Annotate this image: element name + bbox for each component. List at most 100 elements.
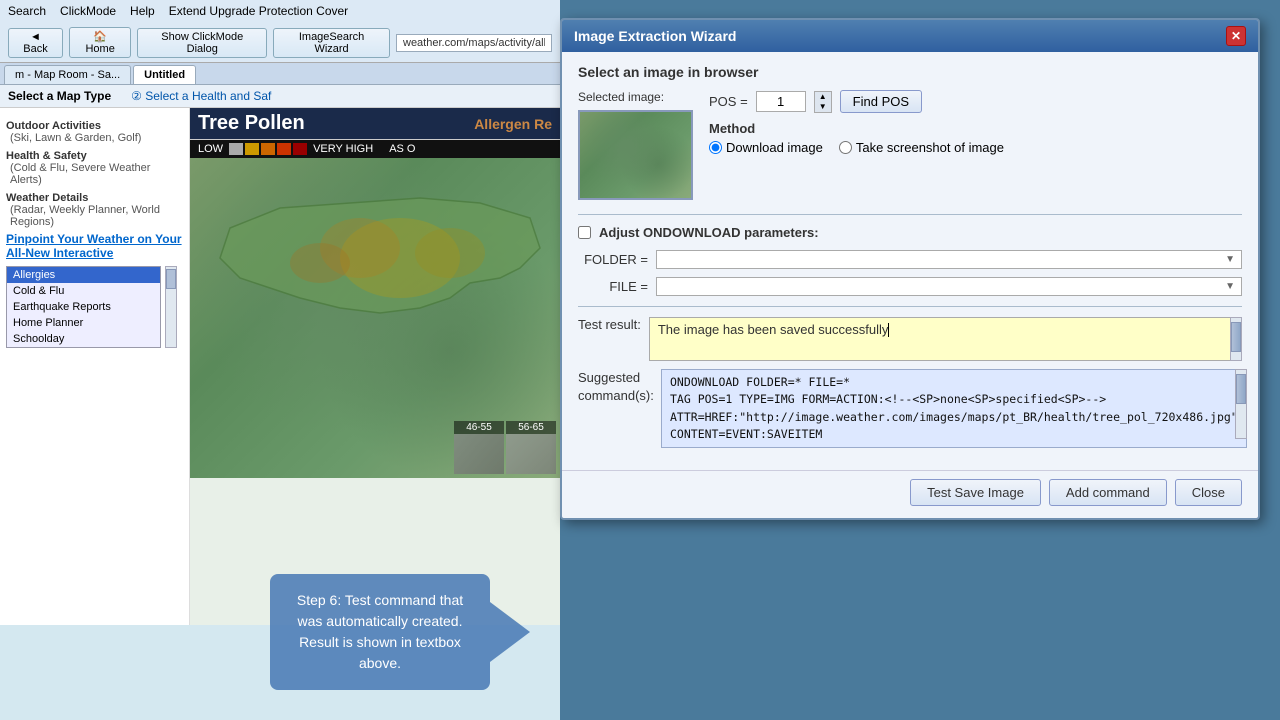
- adjust-checkbox[interactable]: [578, 226, 591, 239]
- adjust-row: Adjust ONDOWNLOAD parameters:: [578, 225, 1242, 240]
- suggested-command: ONDOWNLOAD FOLDER=* FILE=* TAG POS=1 TYP…: [670, 375, 1238, 441]
- text-cursor: [888, 323, 889, 337]
- adjust-label: Adjust ONDOWNLOAD parameters:: [599, 225, 819, 240]
- suggested-scrollbar[interactable]: [1235, 369, 1247, 439]
- close-dialog-button[interactable]: Close: [1175, 479, 1242, 506]
- weather-category: Weather Details: [6, 192, 183, 204]
- method-label: Method: [709, 121, 755, 136]
- browser-toolbar: Search ClickMode Help Extend Upgrade Pro…: [0, 0, 560, 63]
- menu-bar: Search ClickMode Help Extend Upgrade Pro…: [8, 4, 552, 21]
- menu-search[interactable]: Search: [8, 4, 46, 18]
- folder-arrow[interactable]: ▼: [1225, 254, 1235, 265]
- result-scrollbar[interactable]: [1230, 317, 1242, 361]
- clickmode-button[interactable]: Show ClickMode Dialog: [137, 28, 267, 58]
- health-item-homeplanner[interactable]: Home Planner: [7, 315, 160, 331]
- nav-bar: ◄ Back 🏠 Home Show ClickMode Dialog Imag…: [8, 27, 552, 58]
- legend-colors: [229, 143, 307, 155]
- test-result-section: Test result: The image has been saved su…: [578, 317, 1242, 361]
- step1-label: Select a Map Type: [8, 89, 111, 103]
- dialog-title: Image Extraction Wizard: [574, 28, 736, 44]
- spinner-down[interactable]: ▼: [815, 102, 831, 112]
- find-pos-button[interactable]: Find POS: [840, 90, 922, 113]
- menu-extend[interactable]: Extend Upgrade Protection Cover: [169, 4, 348, 18]
- file-dropdown[interactable]: ▼: [656, 277, 1242, 296]
- test-result-label: Test result:: [578, 317, 641, 332]
- test-save-button[interactable]: Test Save Image: [910, 479, 1041, 506]
- method-download-label: Download image: [726, 140, 823, 155]
- outdoor-category: Outdoor Activities: [6, 120, 183, 132]
- dialog-footer: Test Save Image Add command Close: [562, 470, 1258, 518]
- health-item-earthquake[interactable]: Earthquake Reports: [7, 299, 160, 315]
- health-item-allergies[interactable]: Allergies: [7, 267, 160, 283]
- scrollbar-thumb[interactable]: [1231, 322, 1241, 352]
- section-title: Select an image in browser: [578, 64, 1242, 80]
- preview-visual: [580, 112, 691, 198]
- pos-method-section: POS = ▲ ▼ Find POS Method Download image: [709, 90, 1242, 155]
- file-arrow[interactable]: ▼: [1225, 281, 1235, 292]
- score-label-1: 46-55: [454, 421, 504, 434]
- back-button[interactable]: ◄ Back: [8, 28, 63, 58]
- tooltip-arrow: [490, 602, 530, 662]
- outdoor-sub: (Ski, Lawn & Garden, Golf): [6, 132, 183, 144]
- test-result-box[interactable]: The image has been saved successfully: [649, 317, 1242, 361]
- legend-as: AS O: [389, 143, 415, 155]
- health-item-schoolday[interactable]: Schoolday: [7, 331, 160, 347]
- radio-download[interactable]: [709, 141, 722, 154]
- legend-high: VERY HIGH: [313, 143, 373, 155]
- image-preview-row: Selected image: POS = ▲ ▼ Find POS: [578, 90, 1242, 200]
- method-row: Method: [709, 121, 1242, 136]
- tooltip-text: Step 6: Test command that was automatica…: [297, 592, 463, 671]
- left-panel: Outdoor Activities (Ski, Lawn & Garden, …: [0, 108, 190, 625]
- add-command-button[interactable]: Add command: [1049, 479, 1167, 506]
- webpage-content: Select a Map Type ② Select a Health and …: [0, 85, 560, 625]
- tab-maproom[interactable]: m - Map Room - Sa...: [4, 65, 131, 84]
- allergen-label: Allergen Re: [474, 116, 552, 132]
- interactive-link[interactable]: Pinpoint Your Weather on Your All-New In…: [6, 232, 183, 260]
- score-box-2: 56-65: [506, 421, 556, 474]
- folder-label: FOLDER =: [578, 252, 648, 267]
- suggested-thumb[interactable]: [1236, 374, 1246, 404]
- health-sub: (Cold & Flu, Severe Weather Alerts): [6, 162, 183, 186]
- health-list: Allergies Cold & Flu Earthquake Reports …: [6, 266, 161, 348]
- health-item-coldflu[interactable]: Cold & Flu: [7, 283, 160, 299]
- home-button[interactable]: 🏠 Home: [69, 27, 131, 58]
- method-download[interactable]: Download image: [709, 140, 823, 155]
- imagesearch-button[interactable]: ImageSearch Wizard: [273, 28, 390, 58]
- menu-help[interactable]: Help: [130, 4, 155, 18]
- address-bar[interactable]: [396, 34, 552, 52]
- menu-clickmode[interactable]: ClickMode: [60, 4, 116, 18]
- tab-bar: m - Map Room - Sa... Untitled: [0, 63, 560, 85]
- divider-1: [578, 214, 1242, 215]
- weather-sub: (Radar, Weekly Planner, World Regions): [6, 204, 183, 228]
- spinner-up[interactable]: ▲: [815, 92, 831, 102]
- pos-spinner[interactable]: ▲ ▼: [814, 91, 832, 113]
- suggested-box[interactable]: ONDOWNLOAD FOLDER=* FILE=* TAG POS=1 TYP…: [661, 369, 1247, 448]
- dialog-close-button[interactable]: ✕: [1226, 26, 1246, 46]
- tab-untitled[interactable]: Untitled: [133, 65, 196, 84]
- legend-bar: LOW VERY HIGH AS O: [190, 139, 560, 158]
- suggested-section: Suggested command(s): ONDOWNLOAD FOLDER=…: [578, 369, 1242, 448]
- method-screenshot[interactable]: Take screenshot of image: [839, 140, 1004, 155]
- score-boxes: 46-55 56-65: [450, 417, 560, 478]
- pos-label: POS =: [709, 94, 748, 109]
- webpage-main: Outdoor Activities (Ski, Lawn & Garden, …: [0, 108, 560, 625]
- us-map: 46-55 56-65: [190, 158, 560, 478]
- pollen-title: Tree Pollen: [198, 112, 305, 135]
- score-label-2: 56-65: [506, 421, 556, 434]
- divider-2: [578, 306, 1242, 307]
- legend-low: LOW: [198, 143, 223, 155]
- tooltip-overlay: Step 6: Test command that was automatica…: [270, 574, 490, 690]
- folder-dropdown[interactable]: ▼: [656, 250, 1242, 269]
- image-preview: [578, 110, 693, 200]
- step2-label: ② Select a Health and Saf: [131, 89, 271, 103]
- image-extraction-dialog: Image Extraction Wizard ✕ Select an imag…: [560, 18, 1260, 520]
- dialog-titlebar: Image Extraction Wizard ✕: [562, 20, 1258, 52]
- selected-image-label: Selected image:: [578, 90, 664, 104]
- file-label: FILE =: [578, 279, 648, 294]
- test-result-text: The image has been saved successfully: [658, 322, 889, 337]
- folder-row: FOLDER = ▼: [578, 250, 1242, 269]
- pos-input[interactable]: [756, 91, 806, 112]
- score-box-1: 46-55: [454, 421, 504, 474]
- radio-screenshot[interactable]: [839, 141, 852, 154]
- method-screenshot-label: Take screenshot of image: [856, 140, 1004, 155]
